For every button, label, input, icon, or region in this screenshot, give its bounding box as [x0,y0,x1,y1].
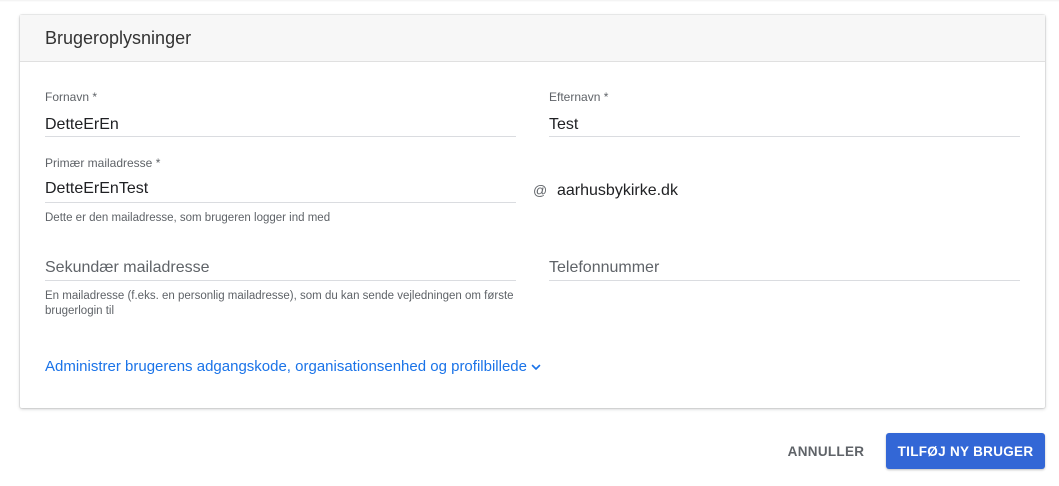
at-symbol: @ [533,182,548,198]
primary-email-hint: Dette er den mailadresse, som brugeren l… [45,212,331,224]
first-name-underline [45,136,516,137]
chevron-down-icon [531,364,541,370]
email-domain[interactable]: aarhusbykirke.dk [557,182,678,200]
expand-advanced-label: Administrer brugerens adgangskode, organ… [45,358,527,375]
top-divider [0,0,1059,2]
card-title: Brugeroplysninger [45,27,192,48]
card-header: Brugeroplysninger [20,15,1045,62]
secondary-email-hint: En mailadresse (f.eks. en personlig mail… [45,290,514,317]
phone-underline [549,280,1020,281]
primary-email-label: Primær mailadresse * [45,156,161,170]
first-name-label: Fornavn * [45,90,98,104]
phone-input[interactable]: Telefonnummer [549,259,659,277]
last-name-input[interactable]: Test [549,116,578,134]
secondary-email-input[interactable]: Sekundær mailadresse [45,259,210,277]
primary-email-input[interactable]: DetteErEnTest [45,180,148,198]
secondary-email-underline [45,280,516,281]
expand-advanced-link[interactable]: Administrer brugerens adgangskode, organ… [45,358,541,375]
add-user-button[interactable]: TILFØJ NY BRUGER [886,433,1045,469]
last-name-underline [549,136,1020,137]
first-name-input[interactable]: DetteErEn [45,116,119,134]
user-info-card: Brugeroplysninger Fornavn * DetteErEn Ef… [20,15,1045,408]
cancel-button[interactable]: ANNULLER [778,433,874,469]
primary-email-underline [45,202,516,203]
last-name-label: Efternavn * [549,90,609,104]
